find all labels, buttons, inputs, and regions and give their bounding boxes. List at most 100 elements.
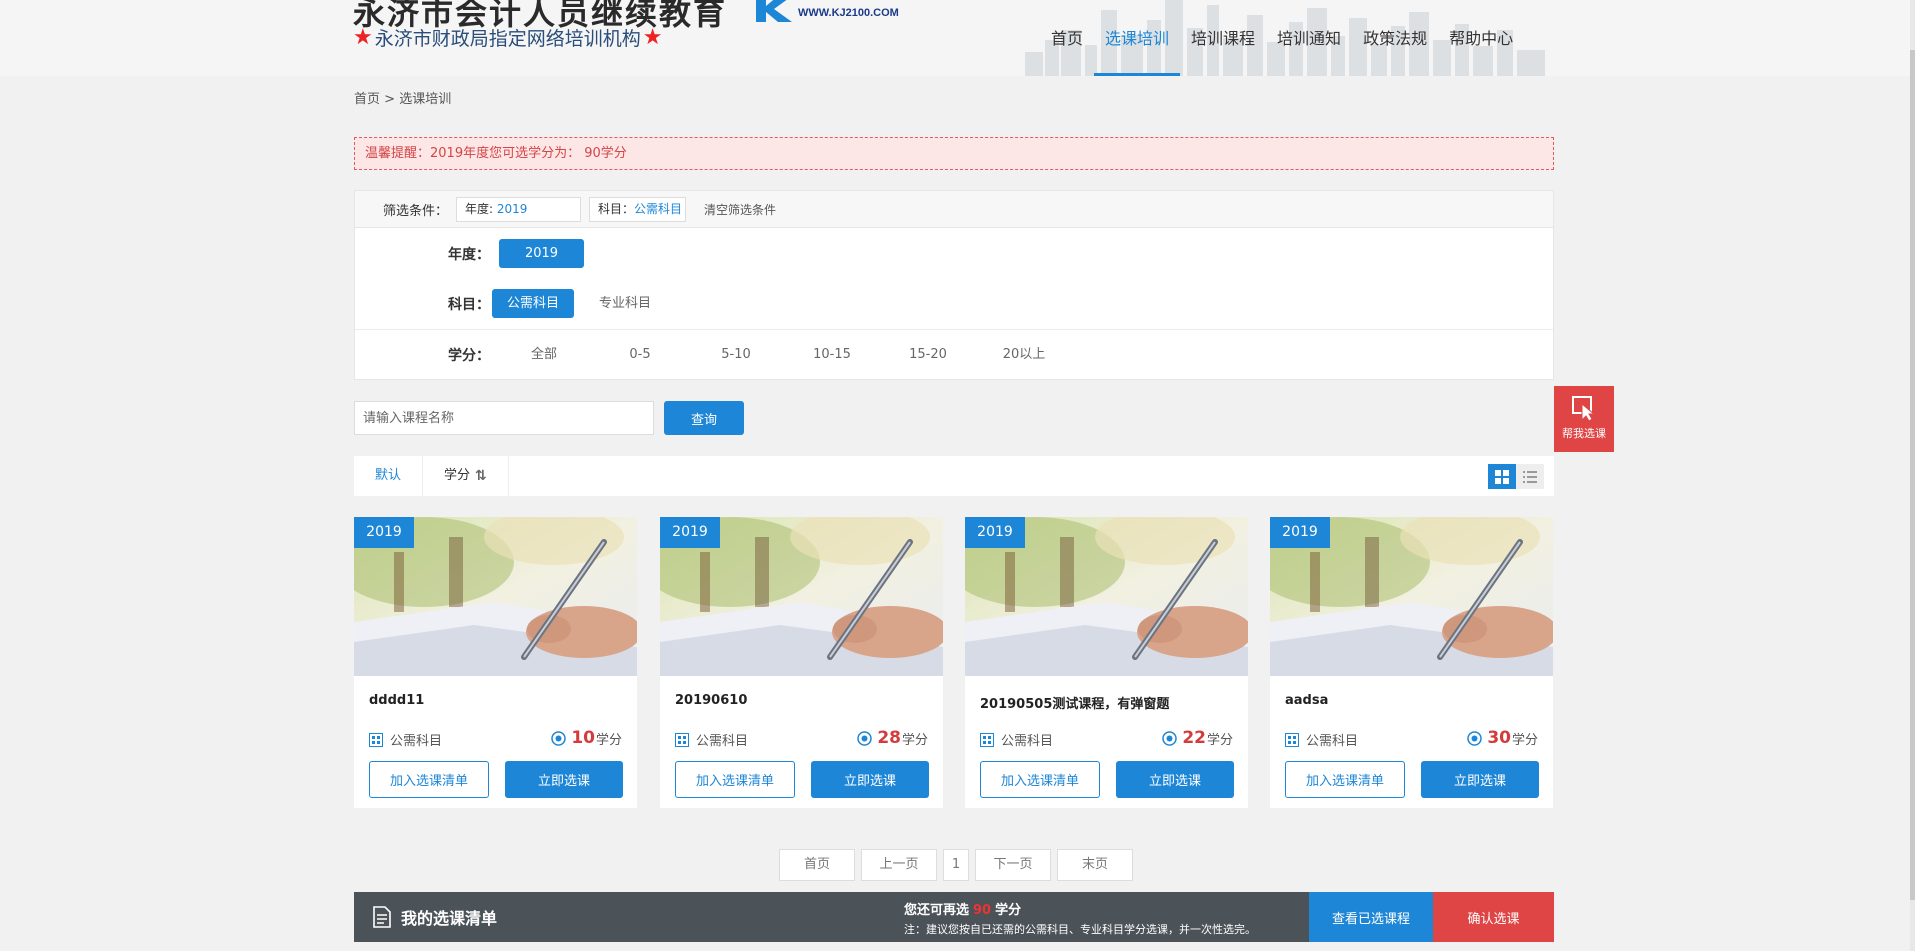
chip-key: 科目： [598, 201, 635, 216]
main-nav: 首页 选课培训 培训课程 培训通知 政策法规 帮助中心 [1040, 0, 1524, 76]
cursor-click-icon [1572, 396, 1596, 422]
nav-item-help-center[interactable]: 帮助中心 [1438, 0, 1524, 76]
remaining-credit-line: 您还可再选 90 学分 [904, 899, 1256, 918]
category-icon [980, 732, 994, 747]
selection-list-bar: 我的选课清单 您还可再选 90 学分 注：建议您按自已还需的公需科目、专业科目学分选… [354, 892, 1554, 942]
category-icon [675, 732, 689, 747]
selection-note: 注：建议您按自已还需的公需科目、专业科目学分选课，并一次性选完。 [904, 923, 1256, 936]
credit-reminder-notice: 温馨提醒：2019年度您可选学分为： 90学分 [354, 137, 1554, 170]
sort-default[interactable]: 默认 [354, 456, 424, 496]
chip-value: 2019 [496, 201, 528, 216]
course-thumbnail[interactable]: 2019 [354, 517, 637, 676]
list-view-button[interactable] [1516, 464, 1544, 489]
nav-item-training-courses[interactable]: 培训课程 [1180, 0, 1266, 76]
filter-chip-year[interactable]: 年度: 2019 [456, 196, 582, 222]
help-me-choose-label: 帮我选课 [1562, 427, 1606, 440]
page-scrollbar[interactable] [1910, 0, 1915, 951]
help-me-choose-button[interactable]: 帮我选课 [1554, 386, 1614, 452]
add-to-list-button[interactable]: 加入选课清单 [980, 761, 1100, 798]
add-to-list-button[interactable]: 加入选课清单 [1285, 761, 1405, 798]
course-category: 公需科目 [369, 730, 442, 749]
confirm-selection-button[interactable]: 确认选课 [1433, 892, 1554, 942]
nav-item-policies[interactable]: 政策法规 [1352, 0, 1438, 76]
select-now-button[interactable]: 立即选课 [505, 761, 623, 798]
credit-option-5-10[interactable]: 5-10 [688, 340, 784, 369]
breadcrumb: 首页 > 选课培训 [354, 88, 451, 107]
filter-divider [355, 329, 1553, 330]
credit-target-icon [551, 730, 567, 746]
course-title[interactable]: 20190505测试课程，有弹窗题 [980, 693, 1169, 712]
credit-filter-row: 学分： 全部 0-5 5-10 10-15 15-20 20以上 [448, 340, 1072, 369]
course-year-tag: 2019 [1270, 517, 1330, 548]
page-first-button[interactable]: 首页 [779, 849, 855, 881]
credit-option-all[interactable]: 全部 [496, 340, 592, 369]
nav-item-course-selection[interactable]: 选课培训 [1094, 0, 1181, 76]
course-category: 公需科目 [1285, 730, 1358, 749]
course-credit-unit: 学分 [901, 732, 928, 748]
course-thumbnail[interactable]: 2019 [965, 517, 1248, 676]
course-credit-unit: 学分 [1511, 732, 1538, 748]
view-selected-courses-button[interactable]: 查看已选课程 [1309, 892, 1433, 942]
brand-subtitle: ★ 永济市财政局指定网络培训机构 ★ [353, 24, 662, 51]
credit-filter-label: 学分： [448, 347, 490, 364]
course-credit-value: 30 [1487, 728, 1511, 748]
remaining-suffix: 学分 [995, 903, 1022, 918]
course-search-input[interactable] [354, 401, 654, 435]
logo-k-icon [756, 0, 792, 22]
course-credit-value: 28 [877, 728, 901, 748]
filter-conditions-label: 筛选条件： [383, 203, 449, 219]
category-icon [1285, 732, 1299, 747]
nav-item-training-notices[interactable]: 培训通知 [1266, 0, 1352, 76]
scrollbar-thumb[interactable] [1910, 50, 1915, 900]
nav-item-home[interactable]: 首页 [1040, 0, 1094, 76]
course-title[interactable]: dddd11 [369, 693, 424, 708]
select-now-button[interactable]: 立即选课 [1421, 761, 1539, 798]
course-title[interactable]: 20190610 [675, 693, 747, 708]
credit-target-icon [857, 730, 873, 746]
page-number-button[interactable]: 1 [943, 849, 969, 881]
course-year-tag: 2019 [660, 517, 720, 548]
credit-option-0-5[interactable]: 0-5 [592, 340, 688, 369]
breadcrumb-home-link[interactable]: 首页 [354, 92, 380, 107]
grid-view-button[interactable] [1488, 464, 1516, 489]
subject-option-professional[interactable]: 专业科目 [584, 289, 666, 318]
credit-option-20-plus[interactable]: 20以上 [976, 340, 1072, 369]
star-icon: ★ [353, 24, 373, 50]
credit-target-icon [1162, 730, 1178, 746]
my-selection-list-title[interactable]: 我的选课清单 [372, 905, 497, 929]
page-next-button[interactable]: 下一页 [975, 849, 1051, 881]
remaining-credit-info: 您还可再选 90 学分 注：建议您按自已还需的公需科目、专业科目学分选课，并一次性选… [904, 899, 1256, 937]
search-button[interactable]: 查询 [664, 401, 744, 435]
course-category: 公需科目 [980, 730, 1053, 749]
course-credit-value: 22 [1182, 728, 1206, 748]
add-to-list-button[interactable]: 加入选课清单 [369, 761, 489, 798]
star-icon: ★ [642, 24, 663, 50]
grid-icon [1495, 469, 1509, 484]
credit-option-10-15[interactable]: 10-15 [784, 340, 880, 369]
select-now-button[interactable]: 立即选课 [1116, 761, 1234, 798]
course-category: 公需科目 [675, 730, 748, 749]
year-option-2019[interactable]: 2019 [499, 239, 584, 268]
subject-option-public[interactable]: 公需科目 [492, 289, 575, 318]
add-to-list-button[interactable]: 加入选课清单 [675, 761, 795, 798]
course-credit-unit: 学分 [595, 732, 622, 748]
filter-panel: 筛选条件： 年度: 2019 科目：公需科目 清空筛选条件 年度： 2019 科… [354, 190, 1554, 380]
view-toggle [1488, 464, 1544, 489]
active-filters-bar: 筛选条件： 年度: 2019 科目：公需科目 清空筛选条件 [355, 191, 1553, 228]
course-thumbnail[interactable]: 2019 [1270, 517, 1553, 676]
select-now-button[interactable]: 立即选课 [811, 761, 929, 798]
course-card: 2019 aadsa 公需科目 30 学分 加入选课清单 立即选课 [1270, 517, 1553, 808]
sort-credit[interactable]: 学分 ⇅ [423, 456, 509, 496]
filter-chip-subject[interactable]: 科目：公需科目 [589, 196, 687, 222]
kj2100-logo[interactable]: WWW.KJ2100.COM [752, 0, 899, 22]
course-title[interactable]: aadsa [1285, 693, 1328, 708]
sort-arrows-icon: ⇅ [475, 468, 487, 484]
clear-filters-link[interactable]: 清空筛选条件 [704, 201, 776, 218]
list-icon [1523, 470, 1537, 483]
subject-filter-label: 科目： [448, 296, 490, 313]
page-prev-button[interactable]: 上一页 [861, 849, 937, 881]
credit-option-15-20[interactable]: 15-20 [880, 340, 976, 369]
page-last-button[interactable]: 末页 [1057, 849, 1133, 881]
course-thumbnail[interactable]: 2019 [660, 517, 943, 676]
remaining-credit-value: 90 [973, 903, 992, 918]
